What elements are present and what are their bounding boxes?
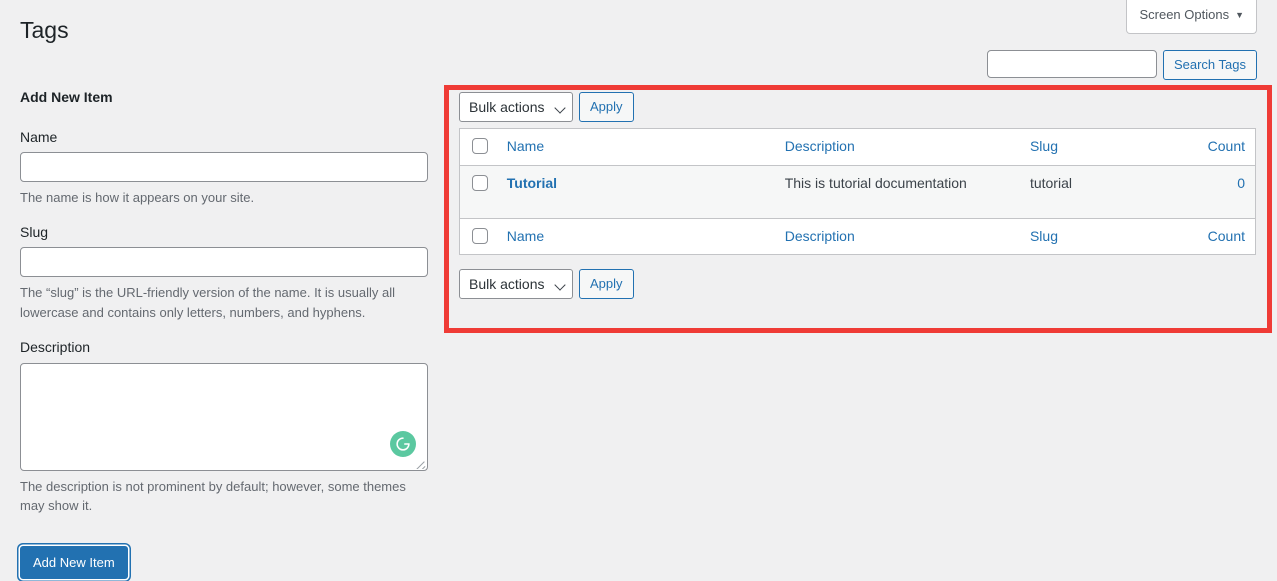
table-header-row: Name Description Slug Count bbox=[460, 129, 1255, 166]
name-input[interactable] bbox=[20, 151, 428, 182]
slug-help-text: The “slug” is the URL-friendly version o… bbox=[20, 285, 395, 320]
description-wrapper bbox=[20, 362, 428, 471]
table-row: Tutorial This is tutorial documentation … bbox=[460, 165, 1255, 218]
grammarly-icon[interactable] bbox=[390, 430, 416, 457]
tag-count-link[interactable]: 0 bbox=[1237, 175, 1245, 191]
select-all-header bbox=[460, 129, 497, 166]
form-heading: Add New Item bbox=[20, 89, 113, 105]
sort-link-description[interactable]: Description bbox=[785, 138, 855, 154]
page-title: Tags bbox=[20, 17, 69, 43]
row-checkbox[interactable] bbox=[472, 174, 488, 191]
sort-link-name-footer[interactable]: Name bbox=[507, 228, 544, 244]
bulk-actions-select-bottom[interactable]: Bulk actions bbox=[459, 269, 573, 300]
select-all-footer-header bbox=[460, 217, 497, 255]
sort-link-name[interactable]: Name bbox=[507, 138, 544, 154]
tag-name-link[interactable]: Tutorial bbox=[507, 175, 557, 191]
column-header-count: Count bbox=[1173, 129, 1255, 166]
bulk-actions-label-bottom: Bulk actions bbox=[469, 276, 545, 293]
name-help-text: The name is how it appears on your site. bbox=[20, 189, 255, 205]
search-box: Search Tags bbox=[986, 50, 1257, 80]
table-body: Tutorial This is tutorial documentation … bbox=[460, 165, 1255, 218]
description-textarea[interactable] bbox=[20, 362, 428, 471]
apply-button-top[interactable]: Apply bbox=[579, 92, 634, 122]
description-field-group: Description The description is not promi… bbox=[20, 338, 428, 515]
row-description-cell: This is tutorial documentation bbox=[774, 165, 1020, 218]
tablenav-top: Bulk actions Apply bbox=[459, 92, 1256, 122]
search-input[interactable] bbox=[986, 50, 1157, 78]
table-footer-row: Name Description Slug Count bbox=[460, 217, 1255, 255]
description-help-text: The description is not prominent by defa… bbox=[20, 478, 406, 514]
row-select-cell bbox=[460, 165, 497, 218]
sort-link-count[interactable]: Count bbox=[1208, 138, 1245, 154]
column-footer-description: Description bbox=[774, 217, 1020, 255]
chevron-down-icon bbox=[554, 279, 566, 291]
column-header-description: Description bbox=[774, 129, 1020, 166]
screen-options-label: Screen Options bbox=[1139, 7, 1230, 22]
name-field-group: Name The name is how it appears on your … bbox=[20, 128, 428, 208]
table-foot: Name Description Slug Count bbox=[460, 217, 1255, 255]
column-footer-name: Name bbox=[496, 217, 775, 255]
bulk-actions-select-top[interactable]: Bulk actions bbox=[459, 92, 573, 122]
slug-input[interactable] bbox=[20, 247, 428, 278]
select-all-checkbox-footer[interactable] bbox=[472, 227, 488, 244]
table-head: Name Description Slug Count bbox=[460, 129, 1255, 166]
add-new-item-button[interactable]: Add New Item bbox=[20, 545, 128, 579]
tags-list-table-region: Bulk actions Apply Name Description Slug… bbox=[459, 92, 1256, 300]
tablenav-bottom: Bulk actions Apply bbox=[459, 269, 1256, 300]
column-footer-count: Count bbox=[1173, 217, 1255, 255]
add-new-item-form: Add New Item Name The name is how it app… bbox=[20, 88, 428, 579]
name-label: Name bbox=[20, 128, 58, 145]
sort-link-count-footer[interactable]: Count bbox=[1208, 228, 1245, 244]
bulk-actions-label-top: Bulk actions bbox=[469, 99, 545, 115]
sort-link-description-footer[interactable]: Description bbox=[785, 228, 855, 244]
column-footer-slug: Slug bbox=[1019, 217, 1174, 255]
search-tags-button[interactable]: Search Tags bbox=[1162, 50, 1257, 80]
screen-options-tab[interactable]: Screen Options ▼ bbox=[1126, 0, 1257, 34]
apply-button-bottom[interactable]: Apply bbox=[579, 269, 634, 300]
sort-link-slug[interactable]: Slug bbox=[1030, 138, 1058, 154]
chevron-down-icon bbox=[554, 102, 566, 114]
column-header-slug: Slug bbox=[1019, 129, 1174, 166]
screen-meta-links: Screen Options ▼ bbox=[1126, 0, 1257, 34]
tags-table: Name Description Slug Count Tutorial Thi… bbox=[459, 128, 1256, 256]
slug-field-group: Slug The “slug” is the URL-friendly vers… bbox=[20, 223, 428, 322]
sort-link-slug-footer[interactable]: Slug bbox=[1030, 228, 1058, 244]
row-name-cell: Tutorial bbox=[496, 165, 775, 218]
wordpress-tags-admin-page: Screen Options ▼ Tags Search Tags Add New… bbox=[0, 0, 1277, 581]
select-all-checkbox[interactable] bbox=[472, 138, 488, 154]
triangle-down-icon: ▼ bbox=[1235, 10, 1244, 20]
slug-label: Slug bbox=[20, 224, 49, 241]
column-header-name: Name bbox=[496, 129, 775, 166]
row-count-cell: 0 bbox=[1173, 165, 1255, 218]
row-slug-cell: tutorial bbox=[1019, 165, 1174, 218]
description-label: Description bbox=[20, 339, 91, 356]
